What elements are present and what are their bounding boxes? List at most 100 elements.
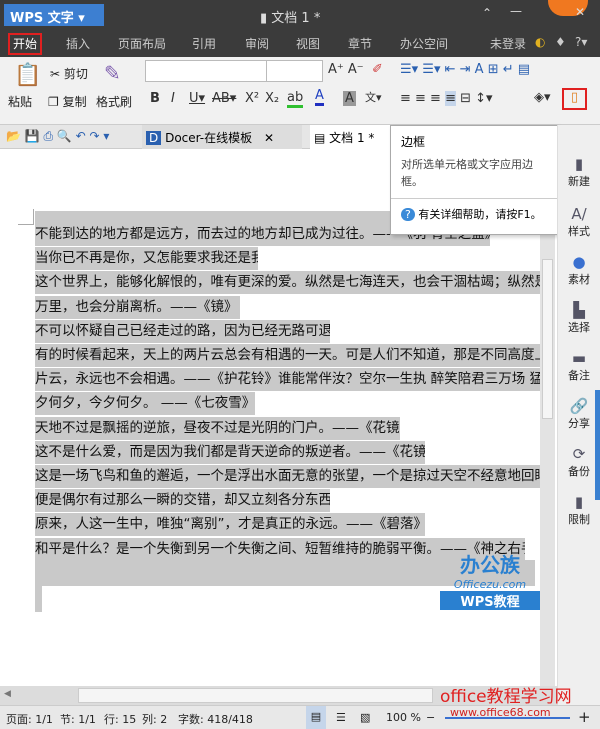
align-buttons[interactable]: ≡ ≡ ≡ ≡ ⊟ ↕▾	[400, 91, 493, 106]
sidebar-backup[interactable]: ⟳ 备份	[558, 445, 600, 479]
close-tab-icon[interactable]: ✕	[264, 131, 274, 145]
bullets-icon[interactable]: ☰▾ ☰▾ ⇤ ⇥ A ⊞ ↵ ▤	[400, 62, 530, 77]
font-size-select[interactable]	[266, 60, 323, 82]
zoom-in-button[interactable]: +	[578, 708, 591, 726]
close-button[interactable]: ✕	[575, 5, 585, 19]
zoom-out-button[interactable]: −	[426, 711, 435, 724]
text-line[interactable]: 有的时候看起来，天上的两片云总会有相遇的一天。可是人们不知道，那是不同高度上的	[35, 344, 540, 367]
status-row: 行: 15	[104, 713, 137, 726]
font-name-select[interactable]	[145, 60, 267, 82]
copy-button[interactable]: ❐ 复制	[48, 93, 87, 110]
watermark-logo: 办公族 Officezu.com WPS教程	[440, 549, 540, 615]
status-col: 列: 2	[142, 713, 168, 726]
justify-button[interactable]: ≡	[445, 91, 456, 106]
tab-office-space[interactable]: 办公空间	[400, 35, 448, 52]
paste-button[interactable]: 粘贴	[8, 93, 32, 110]
font-color-button[interactable]: A	[315, 88, 324, 106]
collapse-ribbon-icon[interactable]: ⌃	[482, 6, 492, 20]
char-shading-button[interactable]: A	[343, 91, 356, 106]
underline-button[interactable]: U▾	[189, 91, 205, 106]
zoom-slider[interactable]	[445, 717, 570, 719]
paste-icon[interactable]: 📋	[14, 63, 41, 88]
bold-button[interactable]: B	[150, 91, 160, 106]
quick-access-toolbar[interactable]: 📂 💾 ⎙ 🔍 ↶ ↷ ▾	[6, 129, 109, 144]
shirt-icon[interactable]: ♦	[555, 35, 566, 49]
app-name: WPS 文字	[10, 11, 74, 26]
brush-icon[interactable]: ✎	[104, 61, 121, 85]
zoom-level: 100 %	[386, 711, 421, 724]
minimize-button[interactable]: —	[510, 4, 522, 18]
right-sidebar: ▮ 新建 A/样式 ● 素材 ▙ 选择 ▬ 备注 🔗 分享 ⟳ 备份 ▮ 限制	[557, 125, 600, 705]
strikethrough-button[interactable]: AB▾	[212, 91, 236, 106]
scroll-left-icon[interactable]: ◀	[4, 689, 11, 699]
ribbon: 📋 粘贴 ✂ 剪切 ❐ 复制 ✎ 格式刷 A⁺ A⁻ ✐ B I U▾ AB▾ …	[0, 57, 600, 125]
shading-fill-icon[interactable]: ◈▾	[534, 90, 551, 105]
text-line[interactable]: 天地不过是飘摇的逆旅，昼夜不过是光阴的门户。——《花镜》	[35, 416, 400, 440]
clear-format-icon[interactable]: ✐	[372, 62, 383, 77]
format-painter-button[interactable]: 格式刷	[96, 93, 132, 110]
tab-start[interactable]: 开始	[8, 33, 43, 55]
italic-button[interactable]: I	[171, 91, 175, 106]
phonetic-guide-button[interactable]: 文▾	[365, 89, 382, 105]
text-line[interactable]: 便是偶尔有过那么一瞬的交错，却又立刻各分东西。	[35, 489, 330, 513]
scissors-icon: ✂	[50, 67, 61, 81]
tab-document1[interactable]: ▤ 文档 1 *	[310, 125, 390, 149]
text-line[interactable]: 夕何夕，今夕何夕。 ——《七夜雪》	[35, 392, 255, 416]
lock-file-icon: ▮	[574, 493, 584, 511]
text-line[interactable]: 当你已不再是你，又怎能要求我还是我呢。	[35, 247, 258, 271]
sidebar-new[interactable]: ▮ 新建	[558, 155, 600, 189]
text-line[interactable]: 片云，永远也不会相遇。——《护花铃》谁能常伴汝？空尔一生执 醉笑陪君三万场 猛悟	[35, 368, 540, 392]
sidebar-notes[interactable]: ▬ 备注	[558, 349, 600, 383]
outline-view-icon[interactable]: ☰	[336, 711, 346, 724]
tab-review[interactable]: 审阅	[245, 35, 269, 52]
shapes-icon: ●	[572, 253, 586, 271]
text-line[interactable]: 不可以怀疑自己已经走过的路，因为已经无路可退。	[35, 319, 330, 343]
login-link[interactable]: 未登录	[490, 35, 526, 52]
text-line[interactable]: 原来，人这一生中，唯独“离别”，才是真正的永远。——《碧落》	[35, 513, 425, 537]
status-bar: 页面: 1/1 节: 1/1 行: 15 列: 2 字数: 418/418 ▤ …	[0, 705, 600, 729]
hscroll-thumb[interactable]	[78, 688, 433, 703]
sidebar-restrict[interactable]: ▮ 限制	[558, 493, 600, 527]
sidebar-share[interactable]: 🔗 分享	[558, 397, 600, 431]
sidebar-label: 备份	[568, 465, 590, 478]
margin-marker	[18, 209, 34, 225]
border-tooltip: 边框 对所选单元格或文字应用边框。 ? 有关详细帮助，请按F1。	[390, 125, 558, 235]
tab-view[interactable]: 视图	[296, 35, 320, 52]
font-grow-icon[interactable]: A⁺ A⁻	[328, 62, 364, 77]
help-icon[interactable]: ?▾	[575, 35, 587, 49]
sidebar-label: 限制	[568, 513, 590, 526]
text-line[interactable]: 万里，也会分崩离析。——《镜》	[35, 295, 240, 319]
tab-chapter[interactable]: 章节	[348, 35, 372, 52]
scroll-thumb[interactable]	[542, 259, 553, 419]
tab-insert[interactable]: 插入	[66, 35, 90, 52]
doc-title-text: 文档 1 *	[271, 11, 321, 26]
tooltip-desc: 对所选单元格或文字应用边框。	[401, 158, 533, 188]
app-menu-button[interactable]: WPS 文字 ▾	[4, 4, 104, 26]
watermark-top: 办公族	[460, 553, 520, 577]
text-line[interactable]: 这个世界上，能够化解恨的，唯有更深的爱。纵然是七海连天，也会干涸枯竭；纵然是云	[35, 271, 540, 295]
skin-icon[interactable]: ◐	[535, 35, 545, 49]
web-view-icon[interactable]: ▧	[360, 711, 370, 724]
docer-tab-label: Docer-在线模板	[165, 131, 253, 145]
superscript-button[interactable]: X²	[245, 91, 259, 106]
tab-references[interactable]: 引用	[192, 35, 216, 52]
status-page: 页面: 1/1	[6, 713, 53, 726]
text-line[interactable]: 这不是什么爱，而是因为我们都是背天逆命的叛逆者。——《花镜》	[35, 440, 425, 464]
sidebar-expand-handle[interactable]	[595, 390, 600, 500]
sidebar-label: 选择	[568, 321, 590, 334]
horizontal-scrollbar[interactable]: ◀ office教程学习网	[0, 686, 572, 707]
page-view-icon[interactable]: ▤	[306, 706, 326, 729]
tab-docer[interactable]: D Docer-在线模板 ✕	[142, 125, 302, 149]
sidebar-styles[interactable]: A/样式	[558, 205, 600, 239]
border-button[interactable]: ▯	[562, 88, 587, 110]
subscript-button[interactable]: X₂	[265, 91, 279, 106]
tab-page-layout[interactable]: 页面布局	[118, 35, 166, 52]
sidebar-assets[interactable]: ● 素材	[558, 253, 600, 287]
text-line[interactable]: 这是一场飞鸟和鱼的邂逅，一个是浮出水面无意的张望，一个是掠过天空不经意地回眸。 …	[35, 465, 540, 488]
sidebar-label: 素材	[568, 273, 590, 286]
sidebar-select[interactable]: ▙ 选择	[558, 301, 600, 335]
copy-icon: ❐	[48, 95, 59, 109]
cut-button[interactable]: ✂ 剪切	[50, 65, 88, 82]
highlight-button[interactable]: ab	[287, 90, 304, 108]
tooltip-help: 有关详细帮助，请按F1。	[418, 208, 542, 221]
